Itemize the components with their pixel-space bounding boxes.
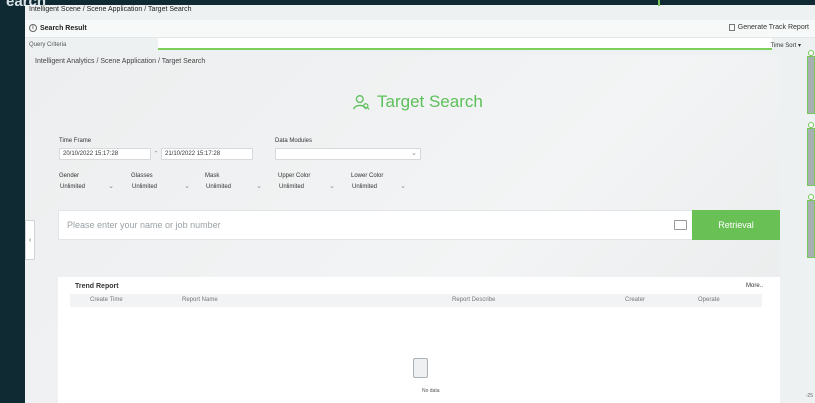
data-modules-select[interactable]: ⌄: [275, 148, 421, 160]
search-result-title-text: Search Result: [40, 24, 87, 32]
time-sort-label: Time Sort: [770, 43, 797, 49]
upper-color-label: Upper Color: [278, 173, 311, 179]
gender-label: Gender: [59, 173, 80, 179]
trend-report-panel: Trend Report More.. Create Time Report N…: [58, 277, 780, 403]
trend-report-title: Trend Report: [75, 283, 119, 290]
chevron-down-icon: ⌄: [184, 183, 190, 190]
search-bar: [58, 210, 694, 240]
empty-clipboard-icon: [413, 358, 428, 378]
search-result-header: i Search Result Generate Track Report: [25, 20, 815, 38]
upper-color-value: Unlimited: [279, 184, 305, 190]
generate-track-report-button[interactable]: Generate Track Report: [728, 24, 809, 31]
glasses-select[interactable]: Unlimited ⌄: [129, 181, 193, 193]
end-time-field[interactable]: 21/10/2022 15:17:28: [161, 148, 253, 160]
collapse-panel-handle[interactable]: ‹: [25, 220, 35, 260]
chevron-down-icon: ⌄: [256, 183, 262, 190]
glasses-label: Glasses: [131, 173, 153, 179]
page-title-text: Target Search: [377, 92, 483, 111]
gender-select[interactable]: Unlimited ⌄: [57, 181, 117, 193]
result-thumbnail[interactable]: [807, 128, 815, 186]
chevron-down-icon: ⌄: [400, 183, 406, 190]
lower-color-label: Lower Color: [351, 173, 384, 179]
target-search-window: Intelligent Analytics / Scene Applicatio…: [25, 55, 780, 403]
image-upload-icon[interactable]: [674, 220, 687, 230]
glasses-value: Unlimited: [132, 184, 158, 190]
column-report-name: Report Name: [182, 297, 218, 303]
people-search-icon: [353, 94, 370, 110]
start-time-field[interactable]: 20/10/2022 15:17:28: [59, 148, 151, 160]
column-report-describe: Report Describe: [452, 297, 496, 303]
column-create-time: Create Time: [90, 297, 123, 303]
data-modules-label: Data Modules: [275, 138, 313, 144]
back-breadcrumb: Intelligent Scene / Scene Application / …: [29, 6, 192, 13]
result-thumbnail[interactable]: [807, 56, 815, 114]
lower-color-value: Unlimited: [352, 184, 378, 190]
back-footer-number: -25: [805, 393, 813, 399]
search-result-title: i Search Result: [29, 24, 87, 32]
column-operate: Operate: [698, 297, 720, 303]
chevron-down-icon: ⌄: [329, 183, 335, 190]
green-divider: [658, 0, 660, 6]
document-icon: [728, 24, 735, 31]
info-icon: i: [29, 24, 37, 32]
query-criteria-label: Query Criteria: [29, 42, 67, 48]
lower-color-select[interactable]: Unlimited ⌄: [349, 181, 409, 193]
result-thumbnail[interactable]: [807, 200, 815, 258]
no-data-text: No data: [422, 388, 440, 394]
search-input[interactable]: [59, 211, 639, 239]
result-thumbnails-strip: [807, 50, 815, 390]
upper-color-select[interactable]: Unlimited ⌄: [276, 181, 338, 193]
generate-track-report-label: Generate Track Report: [737, 24, 809, 31]
more-link[interactable]: More..: [746, 283, 763, 289]
mask-value: Unlimited: [206, 184, 232, 190]
chevron-down-icon: ⌄: [108, 183, 114, 190]
result-tabs-strip[interactable]: [158, 38, 772, 50]
chevron-down-icon: ⌄: [411, 150, 417, 157]
breadcrumb: Intelligent Analytics / Scene Applicatio…: [35, 58, 206, 65]
retrieval-button[interactable]: Retrieval: [692, 210, 780, 240]
gender-value: Unlimited: [60, 184, 86, 190]
time-frame-label: Time Frame: [59, 138, 92, 144]
mask-select[interactable]: Unlimited ⌄: [203, 181, 265, 193]
trend-table-header: Create Time Report Name Report Describe …: [70, 294, 762, 307]
mask-label: Mask: [205, 173, 220, 179]
time-separator: -: [155, 149, 158, 156]
page-title: Target Search: [353, 92, 483, 112]
column-creater: Creater: [625, 297, 646, 303]
time-sort-dropdown[interactable]: Time Sort ▾: [771, 42, 801, 49]
